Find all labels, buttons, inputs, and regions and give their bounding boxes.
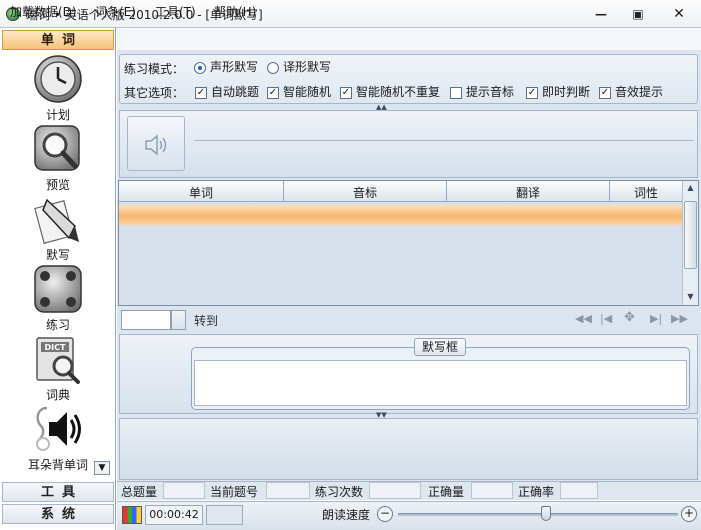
mode-sound-radio[interactable] bbox=[194, 62, 206, 74]
speaker-icon bbox=[36, 406, 81, 451]
table-scrollbar[interactable]: ▲ ▼ bbox=[682, 181, 698, 305]
minimize-button[interactable]: — bbox=[590, 6, 612, 22]
close-button[interactable]: ✕ bbox=[668, 6, 690, 22]
reading-speed-label: 朗读速度 bbox=[322, 508, 371, 522]
smart-random-no-repeat-checkbox[interactable]: ✓ bbox=[340, 87, 352, 99]
instant-judge-label[interactable]: 即时判断 bbox=[542, 83, 590, 100]
sidebar-item-dictionary[interactable]: DICT 词典 bbox=[8, 334, 108, 403]
speed-decrease-button[interactable]: − bbox=[377, 506, 393, 522]
instant-judge-checkbox[interactable]: ✓ bbox=[526, 87, 538, 99]
speed-slider-track[interactable] bbox=[398, 513, 678, 516]
last-icon[interactable]: ▶| bbox=[650, 312, 662, 325]
sidebar-item-plan[interactable]: 计划 bbox=[8, 54, 108, 123]
column-header-phonetic[interactable]: 音标 bbox=[284, 184, 446, 201]
maximize-button[interactable]: ▣ bbox=[627, 6, 649, 22]
pen-icon bbox=[34, 198, 79, 244]
scroll-down-icon[interactable]: ▼ bbox=[683, 290, 698, 304]
svg-text:DICT: DICT bbox=[45, 343, 66, 352]
smart-random-no-repeat-label[interactable]: 智能随机不重复 bbox=[356, 83, 440, 100]
status-box bbox=[206, 505, 243, 525]
speed-slider-thumb[interactable] bbox=[541, 506, 552, 521]
practice-count-label: 练习次数 bbox=[315, 485, 364, 499]
auto-skip-checkbox[interactable]: ✓ bbox=[195, 87, 207, 99]
menu-bar bbox=[117, 28, 701, 50]
total-count-label: 总题量 bbox=[121, 485, 158, 499]
sidebar-item-label: 计划 bbox=[45, 108, 70, 122]
sidebar-scroll-down-button[interactable]: ▼ bbox=[94, 461, 110, 475]
fast-forward-icon[interactable]: ▶▶ bbox=[671, 312, 688, 325]
column-header-translation[interactable]: 翻译 bbox=[447, 184, 609, 201]
sidebar-item-dictation[interactable]: 默写 bbox=[8, 194, 108, 263]
goto-button[interactable]: 转到 bbox=[194, 312, 218, 329]
dictation-input[interactable] bbox=[194, 360, 687, 406]
sidebar-header-system[interactable]: 系统 bbox=[2, 504, 114, 524]
mode-sound-label[interactable]: 声形默写 bbox=[210, 58, 258, 75]
mode-label: 练习模式： bbox=[124, 62, 185, 76]
clock-icon bbox=[34, 55, 82, 103]
sidebar-item-practice[interactable]: 练习 bbox=[8, 264, 108, 333]
practice-count-value bbox=[369, 482, 421, 499]
dictation-frame-label: 默写框 bbox=[414, 338, 466, 356]
audio-progress-line bbox=[194, 140, 694, 141]
accuracy-label: 正确率 bbox=[518, 485, 555, 499]
total-count-value bbox=[163, 482, 205, 499]
auto-skip-label[interactable]: 自动跳题 bbox=[211, 83, 259, 100]
goto-input[interactable] bbox=[121, 310, 171, 330]
audio-panel bbox=[119, 110, 698, 178]
scroll-up-icon[interactable]: ▲ bbox=[683, 181, 698, 195]
sidebar-item-preview[interactable]: 预览 bbox=[8, 124, 108, 193]
sidebar-item-label: 练习 bbox=[45, 318, 70, 332]
show-phonetic-label[interactable]: 提示音标 bbox=[466, 83, 514, 100]
current-index-value bbox=[266, 482, 310, 499]
menu-load-data[interactable]: 加载数据(D) bbox=[10, 3, 77, 20]
goto-spinner[interactable] bbox=[171, 310, 186, 330]
magnifier-icon bbox=[34, 125, 80, 171]
mode-translation-label[interactable]: 译形默写 bbox=[283, 58, 331, 75]
smart-random-checkbox[interactable]: ✓ bbox=[267, 87, 279, 99]
menu-help[interactable]: 帮助(H) bbox=[214, 3, 256, 20]
speaker-icon bbox=[145, 134, 167, 156]
column-header-word[interactable]: 单词 bbox=[119, 184, 283, 201]
show-phonetic-checkbox[interactable] bbox=[450, 87, 462, 99]
sidebar-header-word[interactable]: 单词 bbox=[2, 30, 114, 50]
correct-count-label: 正确量 bbox=[428, 485, 465, 499]
practice-icon bbox=[34, 265, 82, 313]
accuracy-value bbox=[560, 482, 598, 499]
column-header-part-of-speech[interactable]: 词性 bbox=[610, 184, 682, 201]
result-panel bbox=[119, 418, 698, 480]
menu-tools[interactable]: 工具(T) bbox=[155, 3, 196, 20]
sidebar-item-label: 词典 bbox=[45, 388, 70, 402]
other-options-label: 其它选项： bbox=[124, 86, 185, 100]
sound-effect-label[interactable]: 音效提示 bbox=[615, 83, 663, 100]
smart-random-label[interactable]: 智能随机 bbox=[283, 83, 331, 100]
timer-display: 00:00:42 bbox=[145, 505, 203, 525]
play-sound-button[interactable] bbox=[127, 116, 185, 171]
sidebar-item-earphone-words[interactable]: 耳朵背单词 bbox=[8, 404, 108, 473]
scrollbar-thumb[interactable] bbox=[684, 201, 697, 269]
menu-entry[interactable]: 词条(E) bbox=[95, 3, 136, 20]
table-row-selected[interactable] bbox=[119, 205, 682, 225]
sound-effect-checkbox[interactable]: ✓ bbox=[599, 87, 611, 99]
rewind-icon[interactable]: ◀◀ bbox=[575, 312, 592, 325]
sidebar-header-tools[interactable]: 工具 bbox=[2, 482, 114, 502]
correct-count-value bbox=[471, 482, 513, 499]
chart-icon[interactable] bbox=[122, 506, 142, 524]
sidebar-item-label: 预览 bbox=[45, 178, 70, 192]
sidebar-item-label: 耳朵背单词 bbox=[27, 458, 88, 472]
current-index-label: 当前题号 bbox=[210, 485, 259, 499]
mode-translation-radio[interactable] bbox=[267, 62, 279, 74]
dictionary-icon: DICT bbox=[36, 337, 80, 384]
speed-increase-button[interactable]: + bbox=[681, 506, 697, 522]
first-icon[interactable]: |◀ bbox=[600, 312, 612, 325]
center-icon[interactable]: ✥ bbox=[624, 310, 635, 325]
sidebar-item-label: 默写 bbox=[45, 248, 70, 262]
